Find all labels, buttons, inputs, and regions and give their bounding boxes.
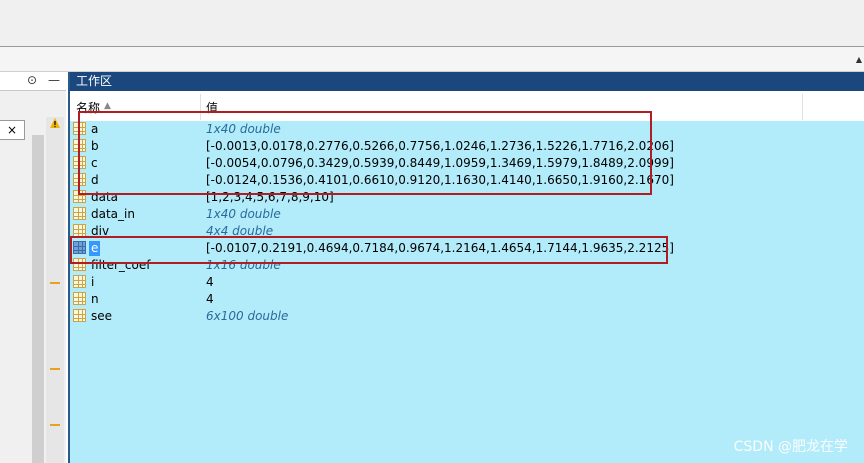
- matrix-icon: [73, 190, 86, 203]
- variable-name: b: [91, 139, 99, 153]
- matrix-icon: [73, 292, 86, 305]
- left-scrollbar[interactable]: [32, 135, 44, 463]
- variable-row-selected[interactable]: e [-0.0107,0.2191,0.4694,0.7184,0.9674,1…: [70, 240, 864, 257]
- variable-value: [-0.0054,0.0796,0.3429,0.5939,0.8449,1.0…: [206, 156, 674, 170]
- matrix-icon: [73, 224, 86, 237]
- variable-name: d: [91, 173, 99, 187]
- panel-minimize-icon[interactable]: —: [48, 74, 60, 86]
- marker-tick[interactable]: [50, 424, 60, 426]
- column-divider[interactable]: [200, 94, 201, 120]
- matrix-icon: [73, 258, 86, 271]
- matrix-icon: [73, 241, 86, 254]
- workspace-title: 工作区: [70, 72, 864, 91]
- watermark: CSDN @肥龙在学: [733, 439, 848, 455]
- matrix-icon: [73, 156, 86, 169]
- variable-value: 1x40 double: [206, 122, 281, 136]
- matrix-icon: [73, 173, 86, 186]
- variable-value: 4: [206, 292, 214, 306]
- variable-value: 1x16 double: [206, 258, 281, 272]
- toolbar-area: [0, 0, 864, 46]
- variable-name: n: [91, 292, 99, 306]
- editor-marker-column: [46, 117, 64, 463]
- variable-row[interactable]: d [-0.0124,0.1536,0.4101,0.6610,0.9120,1…: [70, 172, 864, 189]
- variable-name: see: [91, 309, 113, 323]
- matrix-icon: [73, 139, 86, 152]
- variable-name: data_in: [91, 207, 135, 221]
- variable-value: [1,2,3,4,5,6,7,8,9,10]: [206, 190, 334, 204]
- variable-value: [-0.0013,0.0178,0.2776,0.5266,0.7756,1.0…: [206, 139, 674, 153]
- variable-row[interactable]: i 4: [70, 274, 864, 291]
- collapse-arrow-icon[interactable]: ▲: [856, 55, 862, 64]
- variable-name: filter_coef: [91, 258, 151, 272]
- left-panel-header: ⊙ —: [0, 72, 66, 91]
- variable-value: [-0.0107,0.2191,0.4694,0.7184,0.9674,1.2…: [206, 241, 674, 255]
- variable-row[interactable]: n 4: [70, 291, 864, 308]
- column-header-value[interactable]: 值: [206, 99, 218, 116]
- address-strip: [0, 47, 864, 72]
- column-divider[interactable]: [802, 94, 803, 120]
- variable-name: data: [91, 190, 119, 204]
- variable-value: 4x4 double: [206, 224, 274, 238]
- marker-tick[interactable]: [50, 282, 60, 284]
- variable-row[interactable]: data [1,2,3,4,5,6,7,8,9,10]: [70, 189, 864, 206]
- column-header-name[interactable]: 名称: [76, 99, 100, 116]
- panel-menu-icon[interactable]: ⊙: [27, 74, 37, 86]
- variable-name: a: [91, 122, 99, 136]
- matrix-icon: [73, 122, 86, 135]
- variable-value: 4: [206, 275, 214, 289]
- variable-row[interactable]: a 1x40 double: [70, 121, 864, 138]
- marker-tick[interactable]: [50, 368, 60, 370]
- variable-value: 6x100 double: [206, 309, 289, 323]
- variable-row[interactable]: div 4x4 double: [70, 223, 864, 240]
- variable-name: div: [91, 224, 110, 238]
- workspace-header: [70, 91, 864, 122]
- matrix-icon: [73, 207, 86, 220]
- variable-row[interactable]: see 6x100 double: [70, 308, 864, 325]
- variable-name: i: [91, 275, 95, 289]
- left-panel-toolbar: [0, 91, 66, 117]
- variable-row[interactable]: c [-0.0054,0.0796,0.3429,0.5939,0.8449,1…: [70, 155, 864, 172]
- matrix-icon: [73, 309, 86, 322]
- variable-row[interactable]: data_in 1x40 double: [70, 206, 864, 223]
- variable-row[interactable]: b [-0.0013,0.0178,0.2776,0.5266,0.7756,1…: [70, 138, 864, 155]
- sort-ascending-icon[interactable]: ▲: [104, 101, 111, 111]
- close-button[interactable]: ×: [0, 120, 25, 140]
- variable-value: [-0.0124,0.1536,0.4101,0.6610,0.9120,1.1…: [206, 173, 674, 187]
- warning-icon: [50, 118, 60, 128]
- variable-name: c: [91, 156, 98, 170]
- variable-name: e: [89, 241, 101, 256]
- variable-value: 1x40 double: [206, 207, 281, 221]
- variable-row[interactable]: filter_coef 1x16 double: [70, 257, 864, 274]
- matrix-icon: [73, 275, 86, 288]
